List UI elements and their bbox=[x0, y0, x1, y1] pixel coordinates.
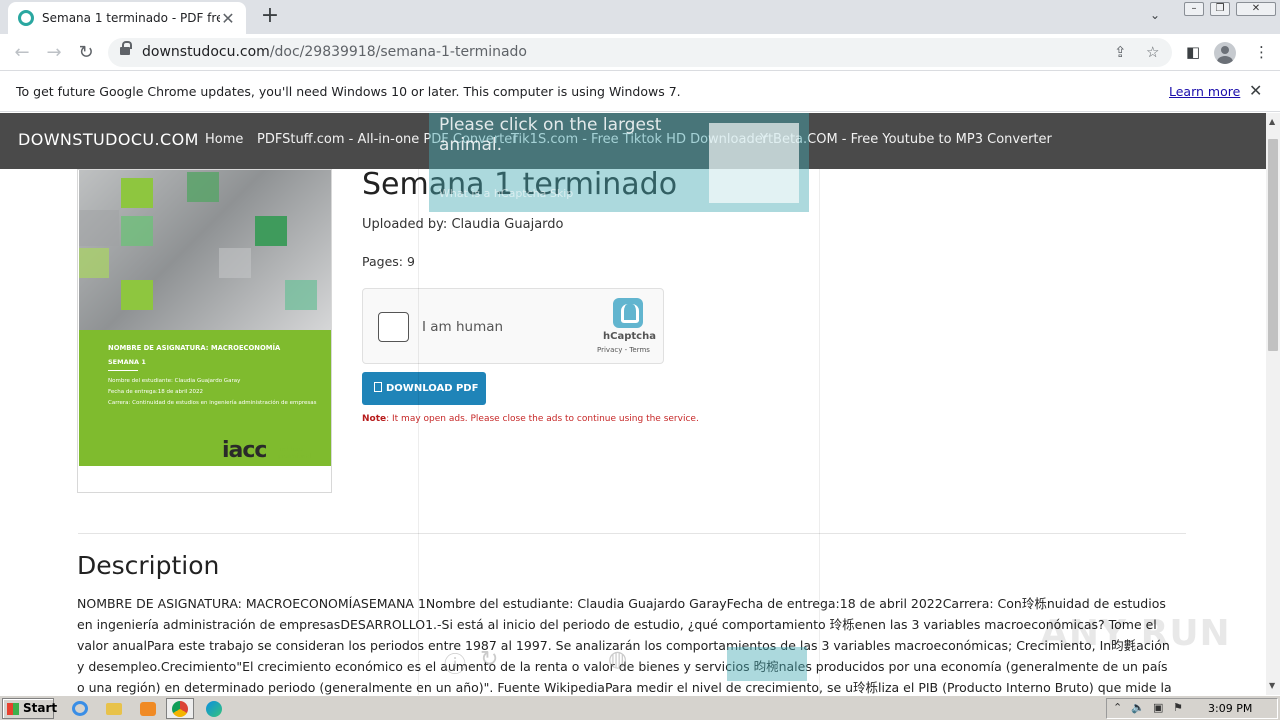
clock[interactable]: 3:09 PM bbox=[1208, 702, 1252, 715]
close-window-button[interactable]: ✕ bbox=[1236, 2, 1276, 16]
overlay-language-icon[interactable]: ◍ bbox=[608, 647, 627, 672]
edge-taskbar-icon[interactable] bbox=[200, 698, 228, 719]
back-arrow-icon[interactable]: ← bbox=[10, 41, 34, 65]
iacc-logo-sub: instituto profesional bbox=[278, 446, 312, 460]
cover-student: Nombre del estudiante: Claudia Guajardo … bbox=[108, 378, 241, 384]
cover-photo bbox=[79, 170, 331, 330]
update-infobar: To get future Google Chrome updates, you… bbox=[0, 72, 1280, 112]
captcha-checkbox[interactable] bbox=[378, 312, 409, 342]
overlay-verify-button[interactable] bbox=[727, 647, 807, 681]
url-host: downstudocu.com bbox=[142, 44, 270, 60]
tray-expand-icon[interactable]: ⌃ bbox=[1113, 701, 1122, 714]
chrome-taskbar-icon[interactable] bbox=[166, 698, 194, 719]
scroll-down-icon[interactable]: ▼ bbox=[1269, 681, 1275, 690]
document-cover-image[interactable]: NOMBRE DE ASIGNATURA: MACROECONOMÍA SEMA… bbox=[77, 169, 332, 493]
tab-search-chevron-icon[interactable]: ⌄ bbox=[1150, 8, 1160, 22]
iacc-logo: iacc bbox=[222, 438, 267, 463]
reload-icon[interactable]: ↻ bbox=[74, 41, 98, 65]
scroll-up-icon[interactable]: ▲ bbox=[1269, 117, 1275, 126]
media-player-taskbar-icon[interactable] bbox=[134, 698, 162, 719]
cover-subject: NOMBRE DE ASIGNATURA: MACROECONOMÍA bbox=[108, 344, 281, 352]
site-favicon-icon bbox=[18, 10, 34, 26]
volume-icon[interactable]: 🔈 bbox=[1131, 701, 1145, 714]
infobar-message: To get future Google Chrome updates, you… bbox=[16, 84, 681, 99]
url-path: /doc/29839918/semana-1-terminado bbox=[269, 44, 528, 60]
profile-avatar-icon[interactable] bbox=[1214, 42, 1236, 64]
forward-arrow-icon[interactable]: → bbox=[42, 41, 66, 65]
page-count: Pages: 9 bbox=[362, 254, 415, 269]
minimize-window-button[interactable]: – bbox=[1184, 2, 1204, 16]
new-tab-button[interactable]: + bbox=[258, 5, 282, 29]
overlay-prompt: Please click on the largest animal. bbox=[439, 115, 662, 155]
url-text[interactable]: downstudocu.com/doc/29839918/semana-1-te… bbox=[142, 44, 527, 60]
menu-kebab-icon[interactable]: ⋮ bbox=[1254, 43, 1269, 61]
share-icon[interactable]: ⇪ bbox=[1114, 43, 1127, 61]
browser-toolbar: ← → ↻ downstudocu.com/doc/29839918/seman… bbox=[0, 34, 1280, 71]
lock-icon[interactable] bbox=[120, 41, 132, 57]
page-scrollbar[interactable]: ▲ ▼ bbox=[1266, 113, 1280, 695]
overlay-subtext: What is a hCaptcha Skip bbox=[439, 187, 574, 200]
overlay-image-box[interactable] bbox=[709, 123, 799, 203]
action-center-flag-icon[interactable]: ⚑ bbox=[1173, 701, 1183, 714]
start-label: Start bbox=[23, 701, 58, 715]
cover-rule bbox=[108, 370, 138, 371]
site-brand[interactable]: DOWNSTUDOCU.COM bbox=[18, 130, 199, 149]
start-button[interactable]: Start bbox=[2, 698, 58, 719]
description-heading: Description bbox=[77, 551, 220, 580]
explorer-taskbar-icon[interactable] bbox=[100, 698, 128, 719]
ie-taskbar-icon[interactable] bbox=[66, 698, 94, 719]
restore-window-button[interactable]: ❐ bbox=[1210, 2, 1230, 16]
nav-home[interactable]: Home bbox=[205, 132, 243, 147]
note-label: Note bbox=[362, 414, 387, 424]
browser-tab[interactable]: Semana 1 terminado - PDF free ✕ bbox=[8, 2, 246, 34]
overlay-info-icon[interactable]: ⓘ bbox=[444, 647, 466, 679]
tab-strip: Semana 1 terminado - PDF free ✕ + ⌄ – ❐ … bbox=[0, 0, 1280, 34]
pdf-file-icon bbox=[374, 382, 382, 392]
address-bar[interactable]: downstudocu.com/doc/29839918/semana-1-te… bbox=[108, 38, 1172, 67]
learn-more-link[interactable]: Learn more bbox=[1169, 84, 1240, 99]
web-page: DOWNSTUDOCU.COM Home PDFStuff.com - All-… bbox=[0, 113, 1266, 695]
cover-week: SEMANA 1 bbox=[108, 358, 146, 366]
close-infobar-icon[interactable]: ✕ bbox=[1249, 81, 1262, 100]
side-panel-icon[interactable]: ◧ bbox=[1186, 43, 1200, 61]
windows-flag-icon bbox=[7, 703, 19, 715]
cover-career: Carrera: Continuidad de estudios en inge… bbox=[108, 400, 317, 406]
anyrun-watermark: ANY RUN bbox=[1040, 613, 1231, 654]
network-icon[interactable]: ▣ bbox=[1153, 701, 1163, 714]
tab-title: Semana 1 terminado - PDF free bbox=[42, 11, 220, 25]
overlay-ad-frame[interactable] bbox=[418, 169, 820, 695]
windows-taskbar: Start ⌃ 🔈 ▣ ⚑ 3:09 PM bbox=[0, 695, 1280, 720]
overlay-challenge-panel[interactable]: Please click on the largest animal. What… bbox=[429, 113, 809, 212]
overlay-refresh-icon[interactable]: ↻ bbox=[480, 647, 498, 672]
cover-date: Fecha de entrega:18 de abril 2022 bbox=[108, 389, 204, 395]
bookmark-star-icon[interactable]: ☆ bbox=[1146, 43, 1159, 61]
scroll-thumb[interactable] bbox=[1268, 139, 1278, 351]
close-tab-icon[interactable]: ✕ bbox=[220, 9, 236, 28]
